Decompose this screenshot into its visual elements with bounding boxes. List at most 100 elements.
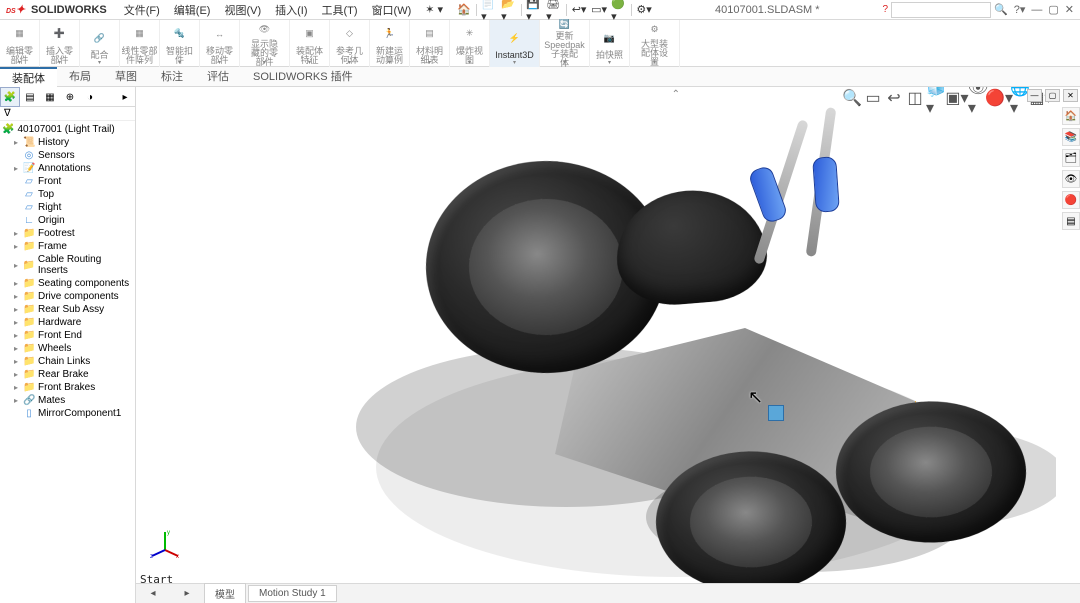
ribbon-button-8[interactable]: ◇参考几何体▾ xyxy=(330,20,370,67)
filter-icon[interactable]: ∇ xyxy=(4,108,11,119)
ribbon-button-1[interactable]: ➕插入零部件▾ xyxy=(40,20,80,67)
qat-save-icon[interactable]: 💾▾ xyxy=(526,2,542,18)
expand-icon[interactable]: ▸ xyxy=(12,229,20,238)
ribbon-button-6[interactable]: 👁显示隐藏的零部件▾ xyxy=(240,20,290,67)
qat-home-icon[interactable]: 🏠 xyxy=(456,2,472,18)
expand-icon[interactable]: ▸ xyxy=(12,292,20,301)
ribbon-tab-2[interactable]: 草图 xyxy=(103,67,149,87)
tree-node-front-end[interactable]: ▸📁Front End xyxy=(2,329,133,342)
zoom-area-icon[interactable]: ▭ xyxy=(864,89,882,107)
expand-icon[interactable]: ▸ xyxy=(12,305,20,314)
tree-node-drive-components[interactable]: ▸📁Drive components xyxy=(2,290,133,303)
orientation-triad[interactable]: y x z xyxy=(150,528,180,558)
expand-icon[interactable]: ▸ xyxy=(12,370,20,379)
viewport-close-icon[interactable]: ✕ xyxy=(1063,89,1078,102)
appearance-icon[interactable]: 🔴▾ xyxy=(990,89,1008,107)
tree-node-cable-routing-inserts[interactable]: ▸📁Cable Routing Inserts xyxy=(2,253,133,277)
taskpane-library-icon[interactable]: 📚 xyxy=(1062,128,1080,146)
menu-window[interactable]: 窗口(W) xyxy=(365,2,419,18)
taskpane-props-icon[interactable]: ▤ xyxy=(1062,212,1080,230)
bottom-tab-motion[interactable]: Motion Study 1 xyxy=(248,585,337,602)
qat-undo-icon[interactable]: ↩▾ xyxy=(571,2,587,18)
close-app-icon[interactable]: ✕ xyxy=(1065,3,1074,16)
view-orient-icon[interactable]: 🧊▾ xyxy=(927,89,945,107)
qat-select-icon[interactable]: ▭▾ xyxy=(591,2,607,18)
qat-rebuild-icon[interactable]: 🟢▾ xyxy=(611,2,627,18)
tree-root[interactable]: 🧩 40107001 (Light Trail) xyxy=(2,123,133,136)
expand-icon[interactable]: ▸ xyxy=(12,396,20,405)
display-style-icon[interactable]: ▣▾ xyxy=(948,89,966,107)
tree-node-top[interactable]: ▱Top xyxy=(2,188,133,201)
ribbon-button-13[interactable]: 🔄更新Speedpak子装配体▾ xyxy=(540,20,590,67)
ribbon-button-2[interactable]: 🔗配合▾ xyxy=(80,20,120,67)
ribbon-button-0[interactable]: ▦编辑零部件▾ xyxy=(0,20,40,67)
ribbon-tab-4[interactable]: 评估 xyxy=(195,67,241,87)
tree-node-front-brakes[interactable]: ▸📁Front Brakes xyxy=(2,381,133,394)
menu-more[interactable]: ✶ ▾ xyxy=(418,3,450,16)
ribbon-button-5[interactable]: ↔移动零部件▾ xyxy=(200,20,240,67)
tree-node-mates[interactable]: ▸🔗Mates xyxy=(2,394,133,407)
tree-node-chain-links[interactable]: ▸📁Chain Links xyxy=(2,355,133,368)
expand-icon[interactable]: ▸ xyxy=(12,318,20,327)
viewport-max-icon[interactable]: ▢ xyxy=(1045,89,1060,102)
section-view-icon[interactable]: ◫ xyxy=(906,89,924,107)
panel-tab-expand-icon[interactable]: ▸ xyxy=(115,87,135,107)
expand-icon[interactable]: ▸ xyxy=(12,279,20,288)
menu-tools[interactable]: 工具(T) xyxy=(315,2,365,18)
selection-handle[interactable] xyxy=(768,405,784,421)
ribbon-tab-5[interactable]: SOLIDWORKS 插件 xyxy=(241,67,365,87)
tree-node-hardware[interactable]: ▸📁Hardware xyxy=(2,316,133,329)
ribbon-collapse-icon[interactable]: ⌃ xyxy=(672,89,680,100)
ribbon-button-14[interactable]: 📷拍快照▾ xyxy=(590,20,630,67)
tree-node-annotations[interactable]: ▸📝Annotations xyxy=(2,162,133,175)
qat-new-icon[interactable]: 📄▾ xyxy=(481,2,497,18)
prev-view-icon[interactable]: ↩ xyxy=(885,89,903,107)
ribbon-button-15[interactable]: ⚙大型装配体设置▾ xyxy=(630,20,680,67)
handlebar-grip-right[interactable] xyxy=(812,156,840,213)
bottom-scroll-right-icon[interactable]: ▸ xyxy=(173,586,201,602)
expand-icon[interactable]: ▸ xyxy=(12,357,20,366)
ribbon-button-7[interactable]: ▣装配体特征▾ xyxy=(290,20,330,67)
ribbon-tab-3[interactable]: 标注 xyxy=(149,67,195,87)
search-go-icon[interactable]: 🔍 xyxy=(994,3,1008,16)
bottom-tab-model[interactable]: 模型 xyxy=(204,583,246,603)
menu-insert[interactable]: 插入(I) xyxy=(268,2,314,18)
panel-tab-property-icon[interactable]: ▤ xyxy=(20,87,40,107)
tree-node-history[interactable]: ▸📜History xyxy=(2,136,133,149)
tree-node-rear-brake[interactable]: ▸📁Rear Brake xyxy=(2,368,133,381)
qat-print-icon[interactable]: 🖨▾ xyxy=(546,2,562,18)
qat-open-icon[interactable]: 📂▾ xyxy=(501,2,517,18)
expand-icon[interactable]: ▸ xyxy=(12,138,20,147)
panel-tab-display-icon[interactable]: ◑ xyxy=(80,87,100,107)
ribbon-button-4[interactable]: 🔩智能扣件▾ xyxy=(160,20,200,67)
menu-edit[interactable]: 编辑(E) xyxy=(167,2,218,18)
expand-icon[interactable]: ▸ xyxy=(12,261,20,270)
panel-tab-config-icon[interactable]: ▦ xyxy=(40,87,60,107)
bottom-scroll-left-icon[interactable]: ◂ xyxy=(139,586,167,602)
panel-tab-dim-icon[interactable]: ⊕ xyxy=(60,87,80,107)
qat-options-icon[interactable]: ⚙▾ xyxy=(636,2,652,18)
tree-node-seating-components[interactable]: ▸📁Seating components xyxy=(2,277,133,290)
ribbon-button-9[interactable]: 🏃新建运动算例▾ xyxy=(370,20,410,67)
menu-view[interactable]: 视图(V) xyxy=(217,2,268,18)
help-icon[interactable]: ?▾ xyxy=(1014,3,1026,16)
expand-icon[interactable]: ▸ xyxy=(12,242,20,251)
graphics-viewport[interactable]: 🔍 ▭ ↩ ◫ 🧊▾ ▣▾ 👁▾ 🔴▾ 🌐▾ ▦▾ — ▢ ✕ 🏠 📚 🗂 👁 … xyxy=(136,87,1080,603)
ribbon-button-3[interactable]: ▦线性零部件阵列▾ xyxy=(120,20,160,67)
taskpane-home-icon[interactable]: 🏠 xyxy=(1062,107,1080,125)
ribbon-button-10[interactable]: ▤材料明细表▾ xyxy=(410,20,450,67)
viewport-min-icon[interactable]: — xyxy=(1027,89,1042,102)
minimize-app-icon[interactable]: — xyxy=(1031,4,1042,16)
expand-icon[interactable]: ▸ xyxy=(12,164,20,173)
tree-node-footrest[interactable]: ▸📁Footrest xyxy=(2,227,133,240)
menu-file[interactable]: 文件(F) xyxy=(117,2,167,18)
tree-node-rear-sub-assy[interactable]: ▸📁Rear Sub Assy xyxy=(2,303,133,316)
expand-icon[interactable]: ▸ xyxy=(12,344,20,353)
assembly-model[interactable]: ↖ xyxy=(316,127,1056,577)
tree-node-wheels[interactable]: ▸📁Wheels xyxy=(2,342,133,355)
expand-icon[interactable]: ▸ xyxy=(12,383,20,392)
command-search-input[interactable] xyxy=(891,2,991,18)
ribbon-button-12[interactable]: ⚡Instant3D▾ xyxy=(490,20,540,67)
taskpane-view-icon[interactable]: 👁 xyxy=(1062,170,1080,188)
ribbon-tab-0[interactable]: 装配体 xyxy=(0,67,57,87)
